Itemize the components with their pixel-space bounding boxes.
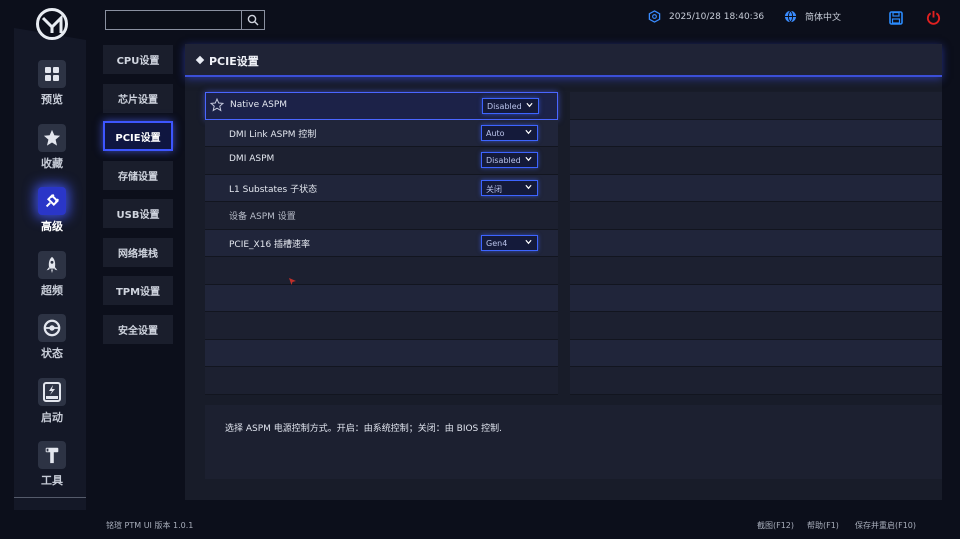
save-icon[interactable]: [889, 10, 905, 26]
info-row: [570, 257, 942, 285]
setting-row-pcie-x16-speed[interactable]: PCIE_X16 插槽速率 Gen4: [205, 229, 558, 257]
submenu-cpu[interactable]: CPU设置: [103, 45, 173, 74]
empty-row: [205, 312, 558, 340]
rail-label: 启动: [41, 411, 63, 424]
help-hotkey[interactable]: 帮助(F1): [807, 520, 839, 531]
power-icon[interactable]: [926, 10, 942, 26]
plug-icon: [38, 187, 66, 215]
ssd-icon: [38, 378, 66, 406]
rail-item-overclock[interactable]: 超频: [22, 251, 82, 298]
submenu-chipset[interactable]: 芯片设置: [103, 84, 173, 113]
diamond-icon: [195, 55, 205, 65]
empty-row: [205, 339, 558, 367]
setting-row-l1-substates[interactable]: L1 Substates 子状态 关闭: [205, 174, 558, 202]
datetime-text: 2025/10/28 18:40:36: [669, 11, 765, 22]
info-list: [570, 92, 942, 395]
info-row: [570, 312, 942, 340]
rail-item-boot[interactable]: 启动: [22, 378, 82, 425]
settings-list: Native ASPM Disabled DMI Link ASPM 控制 Au…: [205, 92, 558, 395]
rail-item-advanced[interactable]: 高级: [22, 187, 82, 234]
setting-row-dmi-link-aspm[interactable]: DMI Link ASPM 控制 Auto: [205, 119, 558, 147]
submenu-pcie[interactable]: PCIE设置: [103, 121, 173, 151]
rail-label: 超频: [41, 284, 63, 297]
datetime-display: 2025/10/28 18:40:36: [648, 10, 764, 23]
star-outline-icon[interactable]: [210, 98, 224, 112]
setting-dropdown[interactable]: Disabled: [482, 98, 539, 114]
setting-label: L1 Substates 子状态: [229, 184, 318, 195]
setting-label: PCIE_X16 插槽速率: [229, 239, 311, 250]
setting-row-native-aspm[interactable]: Native ASPM Disabled: [205, 92, 558, 120]
chevron-down-icon: [525, 184, 532, 189]
submenu-network[interactable]: 网络堆栈: [103, 238, 173, 267]
dropdown-value: Disabled: [486, 156, 521, 165]
rocket-icon: [38, 251, 66, 279]
setting-dropdown[interactable]: 关闭: [481, 179, 538, 196]
page-title: PCIE设置: [209, 55, 259, 68]
description-box: 选择 ASPM 电源控制方式。开启：由系统控制；关闭：由 BIOS 控制.: [205, 405, 942, 479]
dropdown-value: Gen4: [486, 238, 508, 248]
rail-item-preview[interactable]: 预览: [22, 60, 82, 107]
info-row: [570, 202, 942, 230]
empty-row: [205, 367, 558, 395]
setting-row-device-aspm[interactable]: 设备 ASPM 设置: [205, 202, 558, 230]
rail-label: 高级: [41, 220, 63, 233]
clock-icon: [648, 10, 661, 23]
dropdown-value: Disabled: [487, 102, 522, 111]
rail-item-tools[interactable]: 工具: [22, 441, 82, 488]
save-reboot-hotkey[interactable]: 保存并重启(F10): [855, 520, 916, 531]
version-text: 铭瑄 PTM UI 版本 1.0.1: [106, 521, 194, 530]
info-row: [570, 92, 942, 120]
empty-row: [205, 284, 558, 312]
submenu-security[interactable]: 安全设置: [103, 315, 173, 344]
info-row: [570, 119, 942, 147]
rail-label: 预览: [41, 93, 63, 106]
screenshot-hotkey[interactable]: 截图(F12): [757, 520, 794, 531]
info-row: [570, 284, 942, 312]
setting-dropdown[interactable]: Auto: [481, 124, 538, 141]
gauge-icon: [38, 314, 66, 342]
rail-label: 状态: [41, 347, 63, 360]
chevron-down-icon: [525, 156, 532, 162]
language-text: 简体中文: [805, 13, 842, 23]
language-selector[interactable]: 简体中文: [784, 10, 841, 23]
search-button[interactable]: [241, 11, 264, 29]
dropdown-value: 关闭: [486, 184, 502, 194]
globe-icon: [784, 10, 797, 23]
chevron-down-icon: [525, 239, 532, 244]
setting-dropdown[interactable]: Gen4: [481, 234, 538, 251]
grid-icon: [38, 60, 66, 88]
chevron-down-icon: [525, 129, 532, 134]
search-box[interactable]: [105, 10, 265, 30]
info-row: [570, 147, 942, 175]
setting-label: DMI ASPM: [229, 154, 275, 164]
rail-item-status[interactable]: 状态: [22, 314, 82, 361]
rail-divider: [14, 497, 86, 498]
description-text: 选择 ASPM 电源控制方式。开启：由系统控制；关闭：由 BIOS 控制.: [225, 424, 502, 434]
setting-label: DMI Link ASPM 控制: [229, 129, 317, 140]
submenu-storage[interactable]: 存储设置: [103, 161, 173, 190]
setting-dropdown[interactable]: Disabled: [481, 152, 538, 168]
dropdown-value: Auto: [486, 128, 505, 138]
empty-row: [205, 257, 558, 285]
submenu-usb[interactable]: USB设置: [103, 199, 173, 228]
star-icon: [38, 124, 66, 152]
rail-label: 工具: [41, 474, 63, 487]
rail-label: 收藏: [41, 157, 63, 170]
chevron-down-icon: [526, 102, 533, 108]
wrench-icon: [38, 441, 66, 469]
setting-label: 设备 ASPM 设置: [229, 212, 296, 222]
info-row: [570, 174, 942, 202]
info-row: [570, 367, 942, 395]
cursor-icon: [289, 278, 296, 285]
setting-label: Native ASPM: [230, 100, 288, 110]
rail-item-favorites[interactable]: 收藏: [22, 124, 82, 171]
info-row: [570, 339, 942, 367]
info-row: [570, 229, 942, 257]
submenu-tpm[interactable]: TPM设置: [103, 276, 173, 305]
brand-logo: [36, 8, 68, 40]
setting-row-dmi-aspm[interactable]: DMI ASPM Disabled: [205, 147, 558, 175]
panel-header: PCIE设置: [185, 44, 942, 77]
search-icon: [247, 14, 259, 26]
